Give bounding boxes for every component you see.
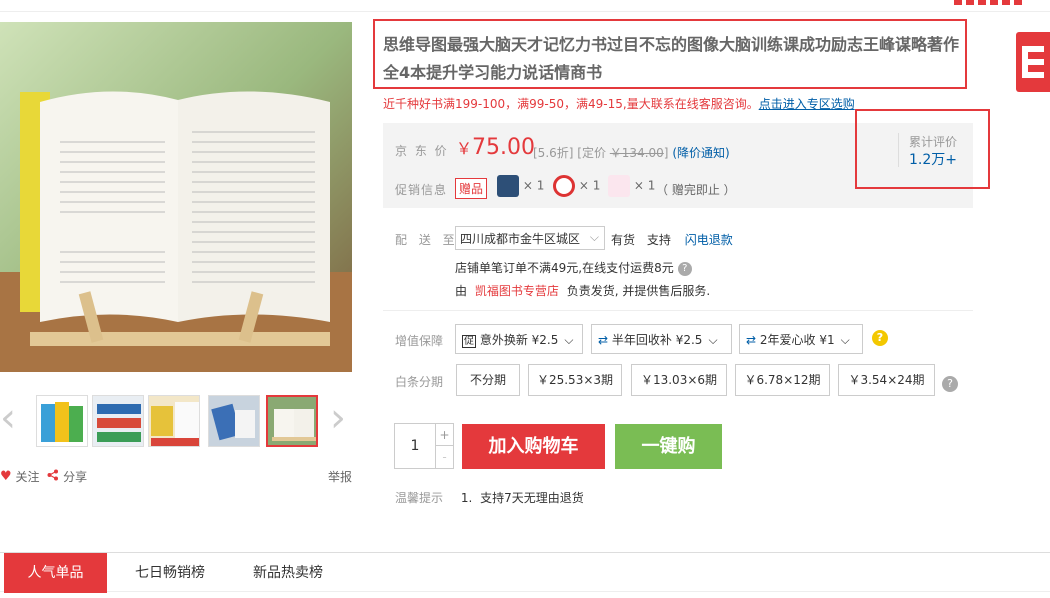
- region-select[interactable]: 四川成都市金牛区城区 ⌵: [455, 226, 605, 250]
- gift-image-icon: [497, 175, 519, 197]
- gift-item-2[interactable]: × 1: [553, 175, 600, 199]
- seller-prefix: 由: [455, 284, 468, 298]
- stock-text: 有货: [611, 233, 636, 247]
- thumbnail-3[interactable]: [148, 395, 200, 447]
- tab-popular[interactable]: 人气单品: [4, 553, 107, 593]
- installment-option-5[interactable]: ￥3.54×24期: [838, 364, 935, 396]
- promo-text: 近千种好书满199-100，满99-50，满49-15,量大联系在线客服咨询。: [383, 97, 759, 111]
- installment-option-3[interactable]: ￥13.03×6期: [631, 364, 727, 396]
- chevron-down-icon: ⌵: [564, 333, 574, 347]
- price-panel: 京 东 价 ￥75.00 [5.6折] [定价 ￥134.00] (降价通知) …: [383, 109, 990, 208]
- add-to-cart-button[interactable]: 加入购物车: [462, 424, 605, 469]
- installment-help-icon[interactable]: ?: [942, 376, 958, 392]
- price-notify-link[interactable]: (降价通知): [672, 146, 729, 160]
- shield-icon: 促: [462, 335, 476, 348]
- gift-end-note: （ 赠完即止 ）: [656, 183, 736, 197]
- gift-tag: 赠品: [455, 178, 488, 199]
- divider: [383, 310, 973, 311]
- chevron-down-icon: ⌵: [589, 230, 599, 244]
- one-click-buy-button[interactable]: 一键购: [615, 424, 722, 469]
- shipping-note: 店铺单笔订单不满49元,在线支付运费8元?: [455, 259, 692, 276]
- gift-image-icon: [608, 175, 630, 197]
- main-product-image: [0, 22, 352, 372]
- gift-image-icon: [553, 175, 575, 197]
- discount-rate: [5.6折]: [533, 146, 574, 160]
- thumbnail-5[interactable]: [266, 395, 318, 447]
- value-add-option-label: 意外换新 ¥2.5: [479, 333, 559, 347]
- evaluation-count[interactable]: 1.2万+: [909, 149, 957, 169]
- tips: 温馨提示 1. 支持7天无理由退货: [395, 489, 584, 506]
- share-link[interactable]: 分享: [63, 468, 87, 485]
- exchange-icon: ⇄: [746, 333, 757, 347]
- value-add-option-1[interactable]: 促 意外换新 ¥2.5 ⌵: [455, 324, 583, 354]
- price-discount-info: [5.6折] [定价 ￥134.00] (降价通知): [533, 144, 730, 161]
- exchange-icon: ⇄: [598, 333, 609, 347]
- thumbnail-2[interactable]: [92, 395, 144, 447]
- value-add-option-label: 半年回收补 ¥2.5: [611, 333, 703, 347]
- share-icon[interactable]: [47, 469, 59, 484]
- heart-icon[interactable]: ♥: [0, 469, 12, 484]
- evaluation-divider: [898, 133, 899, 167]
- gift-qty: × 1: [522, 178, 545, 193]
- installment-option-1[interactable]: 不分期: [456, 364, 520, 396]
- currency-symbol: ￥: [456, 139, 473, 158]
- tips-text: 支持7天无理由退货: [480, 491, 584, 505]
- price-value: ￥75.00: [456, 135, 535, 160]
- tab-new-hot[interactable]: 新品热卖榜: [236, 553, 340, 593]
- promotion-label: 促销信息: [395, 183, 448, 197]
- delivery-label: 配 送 至: [395, 233, 459, 247]
- support-text: 支持: [646, 233, 671, 247]
- value-add-option-3[interactable]: ⇄ 2年爱心收 ¥1 ⌵: [739, 324, 863, 354]
- shipping-note-text: 店铺单笔订单不满49元,在线支付运费8元: [455, 261, 674, 275]
- list-price: ￥134.00: [609, 146, 664, 160]
- list-price-close: ]: [663, 146, 669, 160]
- seller-info: 由 凯福图书专营店 负责发货, 并提供售后服务.: [455, 282, 710, 299]
- help-icon[interactable]: ?: [677, 261, 692, 276]
- ranking-tabs: 人气单品 七日畅销榜 新品热卖榜: [0, 552, 1050, 593]
- thumbnail-next-icon[interactable]: ›: [330, 398, 350, 440]
- promo-link[interactable]: 点击进入专区选购: [759, 97, 855, 111]
- installment-label: 白条分期: [395, 375, 444, 389]
- store-logo-icon[interactable]: [1016, 32, 1050, 92]
- chevron-down-icon: ⌵: [840, 333, 850, 347]
- follow-share-bar: ♥ 关注 分享 举报: [0, 468, 352, 486]
- installment-option-4[interactable]: ￥6.78×12期: [735, 364, 830, 396]
- gift-qty: × 1: [633, 178, 656, 193]
- value-add-label: 增值保障: [395, 334, 444, 348]
- gift-item-1[interactable]: × 1: [497, 175, 544, 199]
- product-title: 思维导图最强大脑天才记忆力书过目不忘的图像大脑训练课成功励志王峰谋略著作全4本提…: [383, 35, 960, 82]
- tab-7day-bestseller[interactable]: 七日畅销榜: [118, 553, 222, 593]
- stock-status: 有货 支持 闪电退款: [611, 231, 733, 248]
- seller-link[interactable]: 凯福图书专营店: [475, 284, 559, 298]
- value-add-option-label: 2年爱心收 ¥1: [759, 333, 835, 347]
- list-price-label: [定价: [577, 146, 606, 160]
- chevron-down-icon: ⌵: [708, 333, 718, 347]
- thumbnail-prev-icon[interactable]: ‹: [0, 398, 20, 440]
- installment-option-2[interactable]: ￥25.53×3期: [528, 364, 622, 396]
- evaluation-label: 累计评价: [909, 135, 958, 149]
- quantity-minus-button[interactable]: -: [435, 446, 453, 468]
- report-link[interactable]: 举报: [328, 468, 352, 485]
- price-label: 京 东 价: [395, 144, 449, 158]
- rating-stars-strip: [954, 0, 1024, 5]
- quantity-input[interactable]: 1: [395, 424, 435, 468]
- seller-suffix: 负责发货, 并提供售后服务.: [566, 284, 711, 298]
- value-add-help-icon[interactable]: ?: [872, 330, 888, 346]
- value-add-option-2[interactable]: ⇄ 半年回收补 ¥2.5 ⌵: [591, 324, 732, 354]
- top-strip: [0, 0, 1050, 12]
- flash-refund-link[interactable]: 闪电退款: [685, 233, 733, 247]
- follow-link[interactable]: 关注: [15, 468, 39, 485]
- region-value: 四川成都市金牛区城区: [460, 232, 581, 246]
- gift-qty: × 1: [578, 178, 601, 193]
- thumbnail-1[interactable]: [36, 395, 88, 447]
- thumbnail-strip: ‹ ›: [0, 392, 352, 452]
- promo-line: 近千种好书满199-100，满99-50，满49-15,量大联系在线客服咨询。点…: [383, 95, 855, 112]
- price-amount: 75.00: [472, 135, 535, 160]
- quantity-plus-button[interactable]: +: [435, 424, 453, 446]
- tips-label: 温馨提示: [395, 491, 444, 505]
- thumbnail-4[interactable]: [208, 395, 260, 447]
- gift-item-3[interactable]: × 1: [608, 175, 655, 199]
- tips-index: 1.: [460, 491, 473, 505]
- quantity-stepper: 1 + -: [394, 423, 454, 469]
